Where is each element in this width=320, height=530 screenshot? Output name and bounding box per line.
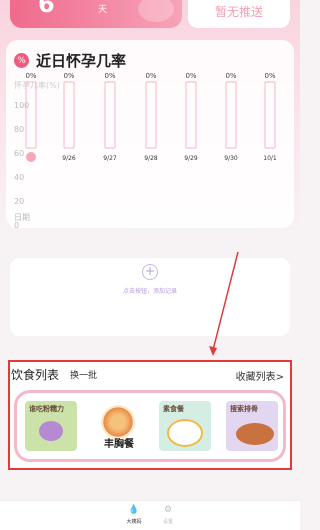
- diet-title: 饮食列表: [11, 368, 60, 382]
- bar-frame: [63, 81, 75, 149]
- bar-value-label: 0%: [63, 72, 74, 80]
- x-tick-label: 10/1: [263, 155, 277, 162]
- day-count-card[interactable]: 6 天: [10, 0, 182, 28]
- bar-value-label: 0%: [264, 72, 275, 80]
- bar-frame: [25, 81, 37, 149]
- bar-value-label: 0%: [185, 72, 196, 80]
- x-tick-label: 9/30: [224, 155, 238, 162]
- pregnancy-rate-card: % 近日怀孕几率 100 80 60 40 20 0 怀孕几率(%) 日期 0% 0% 9/26 0%…: [6, 40, 294, 228]
- bar-value-label: 0%: [25, 72, 36, 80]
- x-axis-label: 日期: [14, 213, 30, 222]
- nav-label: 设置: [162, 519, 173, 525]
- y-tick-label: 80: [14, 125, 24, 134]
- food-list: 谁吃粉糯力 丰胸餐 素食餐 搜索排骨: [14, 390, 286, 462]
- food-image: [167, 419, 203, 447]
- food-label: 素食餐: [163, 405, 184, 413]
- x-tick-label: 9/29: [184, 155, 198, 162]
- food-item[interactable]: 素食餐: [159, 401, 211, 451]
- x-tick-label: 9/28: [144, 155, 158, 162]
- add-record-button[interactable]: +: [142, 264, 158, 280]
- bar-frame: [145, 81, 157, 149]
- y-axis-label: 怀孕几率(%): [14, 80, 60, 90]
- food-label: 搜索排骨: [230, 405, 258, 413]
- y-tick-label: 100: [14, 101, 29, 110]
- bar-frame: [225, 81, 237, 149]
- y-tick-label: 0: [14, 221, 19, 228]
- current-day-marker: [26, 152, 36, 162]
- pregnancy-rate-chart: 100 80 60 40 20 0 怀孕几率(%) 日期 0% 0% 9/26 0% 9/27 0% 9/2…: [14, 72, 277, 228]
- bottom-nav: 💧 大姨妈 ⚙ 设置: [0, 500, 300, 530]
- diet-section: 饮食列表 换一批 收藏列表> 谁吃粉糯力 丰胸餐 素食餐 搜索排骨: [8, 360, 292, 470]
- food-image: [101, 405, 135, 439]
- heart-decoration-icon: [138, 0, 174, 22]
- food-image: [39, 421, 63, 441]
- y-tick-label: 20: [14, 197, 24, 206]
- y-tick-label: 60: [14, 149, 24, 158]
- swap-batch-button[interactable]: 换一批: [70, 368, 97, 381]
- bar-value-label: 0%: [145, 72, 156, 80]
- y-tick-label: 40: [14, 173, 24, 182]
- bar-value-label: 0%: [225, 72, 236, 80]
- push-status-text: 暂无推送: [214, 4, 263, 19]
- add-record-card: + 点击按钮，添加记录: [10, 258, 290, 336]
- bar-frame: [185, 81, 197, 149]
- day-count-number: 6: [38, 0, 55, 18]
- bar-frame: [264, 81, 276, 149]
- gear-icon: ⚙: [163, 505, 173, 515]
- food-label: 谁吃粉糯力: [29, 405, 64, 413]
- favorites-link[interactable]: 收藏列表>: [236, 368, 284, 383]
- food-item[interactable]: 丰胸餐: [93, 401, 145, 451]
- x-tick-label: 9/27: [103, 155, 117, 162]
- add-record-hint: 点击按钮，添加记录: [122, 288, 177, 295]
- bar-frame: [104, 81, 116, 149]
- nav-item-settings[interactable]: ⚙ 设置: [148, 505, 188, 525]
- food-item[interactable]: 谁吃粉糯力: [25, 401, 77, 451]
- x-tick-label: 9/26: [62, 155, 76, 162]
- push-card[interactable]: 暂无推送: [188, 0, 290, 28]
- food-label: 丰胸餐: [104, 439, 134, 450]
- day-count-unit: 天: [98, 5, 108, 15]
- food-image: [236, 423, 274, 445]
- food-item[interactable]: 搜索排骨: [226, 401, 278, 451]
- bar-value-label: 0%: [104, 72, 115, 80]
